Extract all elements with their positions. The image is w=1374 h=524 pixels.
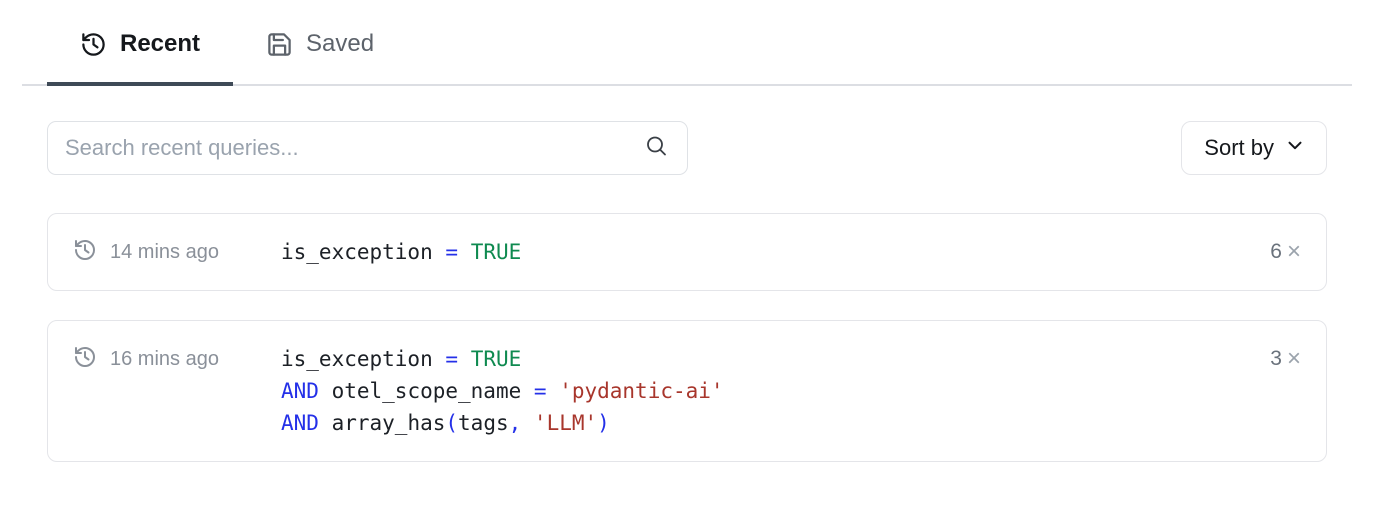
tab-saved[interactable]: Saved	[233, 0, 407, 84]
history-icon	[73, 345, 97, 374]
history-icon	[73, 238, 97, 267]
code-line: AND array_has(tags, 'LLM')	[281, 407, 724, 439]
code-line: AND otel_scope_name = 'pydantic-ai'	[281, 375, 724, 407]
query-code: is_exception = TRUEAND otel_scope_name =…	[281, 343, 724, 439]
tab-label: Saved	[306, 30, 374, 58]
search-input[interactable]	[47, 121, 688, 175]
query-row[interactable]: 14 mins ago is_exception = TRUE 6 ×	[47, 213, 1327, 291]
recent-queries-panel: Recent Saved	[0, 0, 1374, 524]
panel-content: Sort by 14 mins ago is_exception = TRUE	[0, 121, 1374, 462]
query-use-count: 6 ×	[1270, 236, 1301, 268]
tab-recent[interactable]: Recent	[47, 0, 233, 84]
times-icon: ×	[1287, 347, 1301, 371]
query-count-value: 6	[1270, 240, 1282, 264]
tab-bar: Recent Saved	[22, 0, 1352, 86]
query-time: 14 mins ago	[110, 241, 219, 264]
query-meta: 14 mins ago	[73, 236, 281, 268]
search-icon	[644, 134, 668, 163]
times-icon: ×	[1287, 240, 1301, 264]
history-icon	[80, 31, 107, 58]
sort-by-button[interactable]: Sort by	[1181, 121, 1327, 175]
query-count-value: 3	[1270, 347, 1282, 371]
code-line: is_exception = TRUE	[281, 236, 521, 268]
code-line: is_exception = TRUE	[281, 343, 724, 375]
sort-by-label: Sort by	[1204, 135, 1274, 161]
query-list: 14 mins ago is_exception = TRUE 6 × 16 m…	[47, 213, 1327, 462]
query-meta: 16 mins ago	[73, 343, 281, 375]
chevron-down-icon	[1284, 134, 1306, 162]
controls-row: Sort by	[47, 121, 1327, 175]
query-use-count: 3 ×	[1270, 343, 1301, 375]
query-code: is_exception = TRUE	[281, 236, 521, 268]
query-time: 16 mins ago	[110, 348, 219, 371]
query-row[interactable]: 16 mins ago is_exception = TRUEAND otel_…	[47, 320, 1327, 462]
search-box	[47, 121, 688, 175]
save-icon	[266, 31, 293, 58]
tab-label: Recent	[120, 30, 200, 58]
